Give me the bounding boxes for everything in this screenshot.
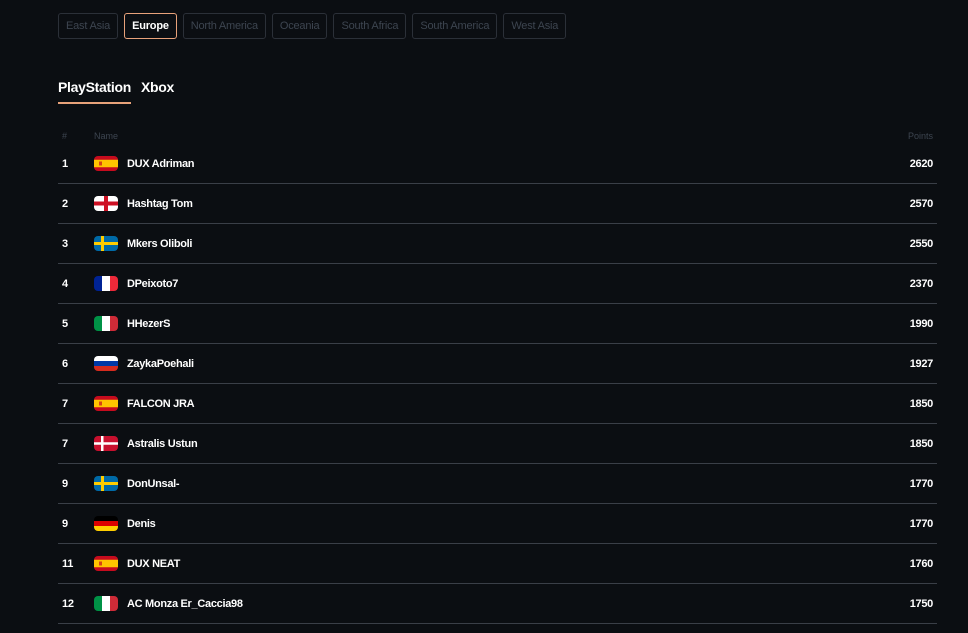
header-name: Name [94,131,119,141]
name-cell: Mkers Oliboli [94,236,817,251]
russia-flag-icon [94,356,118,371]
rank-cell: 1 [62,157,68,170]
player-name[interactable]: ZaykaPoehali [127,358,194,370]
table-row[interactable]: 7 FALCON JRA 1850 [58,384,937,424]
rank-cell: 2 [62,197,68,210]
rank-cell: 9 [62,517,68,530]
header-rank: # [62,131,68,141]
france-flag-icon [94,276,118,291]
tab-playstation[interactable]: PlayStation [58,79,131,104]
rank-cell: 11 [62,557,74,570]
england-flag-icon [94,196,118,211]
rank-cell: 5 [62,317,68,330]
name-cell: DUX Adriman [94,156,817,171]
name-cell: FALCON JRA [94,396,817,411]
spain-flag-icon [94,396,118,411]
table-row[interactable]: 12 AC Monza Er_Caccia98 1750 [58,584,937,624]
table-row[interactable]: 9 Denis 1770 [58,504,937,544]
region-east-asia[interactable]: East Asia [58,13,119,39]
points-cell: 1927 [909,357,934,370]
table-row[interactable]: 6 ZaykaPoehali 1927 [58,344,937,384]
italy-flag-icon [94,316,118,331]
name-cell: DonUnsal- [94,476,817,491]
table-row[interactable]: 1 DUX Adriman 2620 [58,144,937,184]
points-cell: 1770 [909,477,934,490]
header-points: Points [907,131,933,141]
player-name[interactable]: Hashtag Tom [127,198,193,210]
player-name[interactable]: DPeixoto7 [127,278,178,290]
player-name[interactable]: Astralis Ustun [127,438,198,450]
tab-xbox[interactable]: Xbox [141,79,174,103]
table-row[interactable]: 7 Astralis Ustun 1850 [58,424,937,464]
points-cell: 2550 [909,237,934,250]
region-oceania[interactable]: Oceania [271,13,328,39]
table-header: # Name Points [58,128,937,144]
points-cell: 1760 [909,557,934,570]
name-cell: Denis [94,516,817,531]
name-cell: Hashtag Tom [94,196,817,211]
rank-cell: 9 [62,477,68,490]
rank-cell: 4 [62,277,68,290]
player-name[interactable]: DUX Adriman [127,158,195,170]
points-cell: 2570 [909,197,934,210]
germany-flag-icon [94,516,118,531]
table-row[interactable]: 2 Hashtag Tom 2570 [58,184,937,224]
region-south-africa[interactable]: South Africa [333,13,407,39]
player-name[interactable]: HHezerS [127,318,170,330]
points-cell: 1850 [909,397,934,410]
italy-flag-icon [94,596,118,611]
points-cell: 1850 [909,437,934,450]
table-row[interactable]: 5 HHezerS 1990 [58,304,937,344]
rank-cell: 3 [62,237,68,250]
rank-cell: 7 [62,397,68,410]
table-body: 1 DUX Adriman 2620 2 Hashtag Tom 2570 3 Mkers O… [58,144,937,624]
player-name[interactable]: DonUnsal- [127,478,180,490]
region-europe[interactable]: Europe [124,13,177,39]
sweden-flag-icon [94,476,118,491]
table-row[interactable]: 4 DPeixoto7 2370 [58,264,937,304]
platform-tabs: PlayStation Xbox [58,79,174,104]
points-cell: 1750 [909,597,934,610]
name-cell: DUX NEAT [94,556,817,571]
name-cell: AC Monza Er_Caccia98 [94,596,817,611]
table-row[interactable]: 11 DUX NEAT 1760 [58,544,937,584]
player-name[interactable]: DUX NEAT [127,558,180,570]
region-filter: East Asia Europe North America Oceania S… [58,13,567,39]
points-cell: 1770 [909,517,934,530]
player-name[interactable]: Denis [127,518,156,530]
spain-flag-icon [94,556,118,571]
leaderboard-table: # Name Points 1 DUX Adriman 2620 2 Hashtag T… [58,128,937,624]
rank-cell: 7 [62,437,68,450]
rank-cell: 6 [62,357,68,370]
table-row[interactable]: 9 DonUnsal- 1770 [58,464,937,504]
region-north-america[interactable]: North America [182,13,266,39]
spain-flag-icon [94,156,118,171]
region-south-america[interactable]: South America [412,13,498,39]
points-cell: 2370 [909,277,934,290]
name-cell: DPeixoto7 [94,276,817,291]
points-cell: 2620 [909,157,934,170]
player-name[interactable]: Mkers Oliboli [127,238,192,250]
denmark-flag-icon [94,436,118,451]
rank-cell: 12 [62,597,74,610]
name-cell: ZaykaPoehali [94,356,817,371]
player-name[interactable]: AC Monza Er_Caccia98 [127,598,243,610]
table-row[interactable]: 3 Mkers Oliboli 2550 [58,224,937,264]
name-cell: HHezerS [94,316,817,331]
player-name[interactable]: FALCON JRA [127,398,195,410]
points-cell: 1990 [909,317,934,330]
sweden-flag-icon [94,236,118,251]
name-cell: Astralis Ustun [94,436,817,451]
region-west-asia[interactable]: West Asia [503,13,567,39]
